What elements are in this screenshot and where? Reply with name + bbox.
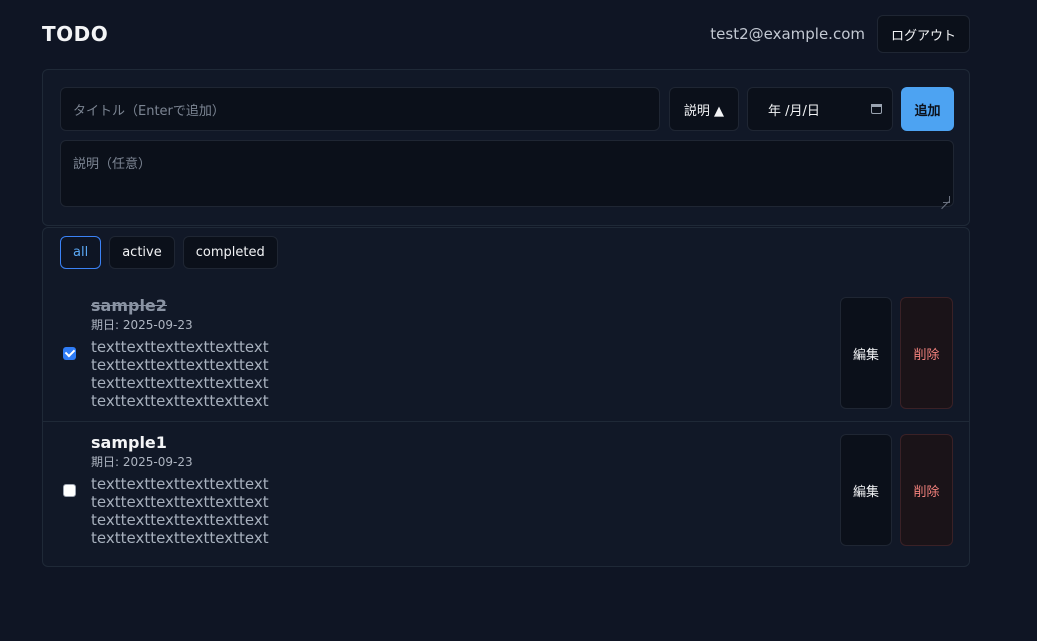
todo-description-line: texttexttexttexttexttext <box>91 493 269 511</box>
logout-button[interactable]: ログアウト <box>876 15 970 53</box>
date-input-value: 年 /月/日 <box>768 103 820 119</box>
todo-description-line: texttexttexttexttexttext <box>91 475 269 493</box>
todo-due-date: 期日: 2025-09-23 <box>91 318 193 332</box>
todo-complete-checkbox[interactable] <box>63 484 76 497</box>
filter-bar: all active completed <box>60 236 278 269</box>
todo-description: texttexttexttexttexttext texttexttexttex… <box>91 475 691 547</box>
description-textarea[interactable]: 説明（任意） <box>60 140 954 207</box>
delete-button[interactable]: 削除 <box>900 434 953 546</box>
description-toggle-button[interactable]: 説明 ▲ <box>669 87 739 131</box>
todo-description-line: texttexttexttexttexttext <box>91 338 269 356</box>
todo-due-date: 期日: 2025-09-23 <box>91 455 193 469</box>
edit-button[interactable]: 編集 <box>840 434 892 546</box>
todo-description-line: texttexttexttexttexttext <box>91 374 269 392</box>
title-input[interactable]: タイトル（Enterで追加） <box>60 87 660 131</box>
todo-list: all active completed sample2 期日: 2025-09… <box>42 227 970 567</box>
filter-active-button[interactable]: active <box>109 236 175 269</box>
todo-description-line: texttexttexttexttexttext <box>91 392 269 410</box>
todo-content: sample2 期日: 2025-09-23 texttexttexttextt… <box>91 296 691 410</box>
todo-description: texttexttexttexttexttext texttexttexttex… <box>91 338 691 410</box>
description-placeholder: 説明（任意） <box>73 157 152 172</box>
header: TODO test2@example.com ログアウト <box>42 14 970 54</box>
due-date-input[interactable]: 年 /月/日 <box>747 87 893 131</box>
user-email: test2@example.com <box>710 25 865 43</box>
calendar-icon[interactable] <box>871 104 882 114</box>
todo-app: TODO test2@example.com ログアウト タイトル（Enterで… <box>0 0 1037 641</box>
todo-description-line: texttexttexttexttexttext <box>91 529 269 547</box>
todo-title: sample2 <box>91 296 167 315</box>
brand-title: TODO <box>42 22 109 46</box>
delete-button[interactable]: 削除 <box>900 297 953 409</box>
todo-item: sample2 期日: 2025-09-23 texttexttexttextt… <box>43 286 969 422</box>
filter-all-button[interactable]: all <box>60 236 102 269</box>
add-button[interactable]: 追加 <box>901 87 954 131</box>
edit-button[interactable]: 編集 <box>840 297 892 409</box>
filter-completed-button[interactable]: completed <box>182 236 278 269</box>
todo-item: sample1 期日: 2025-09-23 texttexttexttextt… <box>43 423 969 560</box>
add-todo-form: タイトル（Enterで追加） 説明 ▲ 年 /月/日 追加 説明（任意） <box>42 69 970 226</box>
header-user-area: test2@example.com ログアウト <box>710 15 970 53</box>
todo-description-line: texttexttexttexttexttext <box>91 511 269 529</box>
title-input-placeholder: タイトル（Enterで追加） <box>73 103 225 119</box>
todo-description-line: texttexttexttexttexttext <box>91 356 269 374</box>
todo-complete-checkbox[interactable] <box>63 347 76 360</box>
resize-handle-icon[interactable] <box>943 196 950 203</box>
todo-content: sample1 期日: 2025-09-23 texttexttexttextt… <box>91 433 691 547</box>
todo-title: sample1 <box>91 433 167 452</box>
